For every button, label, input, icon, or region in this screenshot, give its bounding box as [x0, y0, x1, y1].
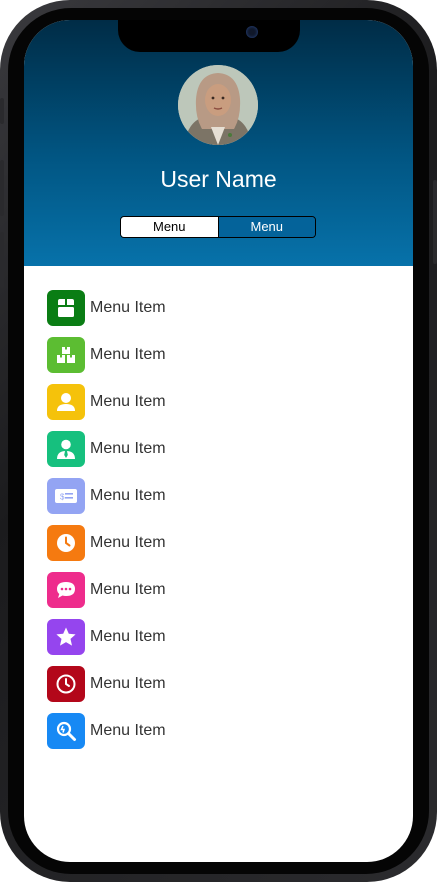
money-check-icon: $	[47, 478, 85, 514]
volume-down-button	[0, 232, 4, 288]
notch	[118, 20, 300, 52]
star-icon	[47, 619, 85, 655]
menu-item-label: Menu Item	[90, 675, 166, 692]
menu-item-2[interactable]: Menu Item	[47, 337, 347, 373]
menu-item-label: Menu Item	[90, 487, 166, 504]
clock-outline-icon	[47, 666, 85, 702]
menu-item-8[interactable]: Menu Item	[47, 619, 347, 655]
menu-item-label: Menu Item	[90, 534, 166, 551]
menu-item-7[interactable]: Menu Item	[47, 572, 347, 608]
camera-icon	[246, 26, 258, 38]
user-tie-icon	[47, 431, 85, 467]
avatar[interactable]	[178, 65, 258, 145]
menu-item-1[interactable]: Menu Item	[47, 290, 347, 326]
search-tool-icon	[47, 713, 85, 749]
menu-item-3[interactable]: Menu Item	[47, 384, 347, 420]
clock-icon	[47, 525, 85, 561]
menu-item-label: Menu Item	[90, 393, 166, 410]
chat-bubble-icon	[47, 572, 85, 608]
menu-item-4[interactable]: Menu Item	[47, 431, 347, 467]
menu-item-9[interactable]: Menu Item	[47, 666, 347, 702]
profile-header: User Name Menu Menu	[24, 20, 413, 266]
package-icon	[47, 290, 85, 326]
menu-item-label: Menu Item	[90, 722, 166, 739]
menu-item-label: Menu Item	[90, 346, 166, 363]
menu-item-label: Menu Item	[90, 299, 166, 316]
menu-item-5[interactable]: $ Menu Item	[47, 478, 347, 514]
user-icon	[47, 384, 85, 420]
segmented-control: Menu Menu	[120, 216, 316, 238]
mute-switch	[0, 98, 4, 124]
menu-item-label: Menu Item	[90, 440, 166, 457]
segment-menu-1[interactable]: Menu	[121, 217, 218, 237]
phone-frame: User Name Menu Menu Menu Item Menu Item …	[0, 0, 437, 882]
user-name: User Name	[160, 166, 277, 192]
screen: User Name Menu Menu Menu Item Menu Item …	[24, 20, 413, 862]
segment-menu-2[interactable]: Menu	[217, 217, 315, 237]
menu-item-10[interactable]: Menu Item	[47, 713, 347, 749]
volume-up-button	[0, 160, 4, 216]
menu-item-label: Menu Item	[90, 581, 166, 598]
svg-text:$: $	[60, 493, 65, 502]
power-button	[433, 180, 437, 264]
menu-item-label: Menu Item	[90, 628, 166, 645]
menu-item-6[interactable]: Menu Item	[47, 525, 347, 561]
boxes-icon	[47, 337, 85, 373]
